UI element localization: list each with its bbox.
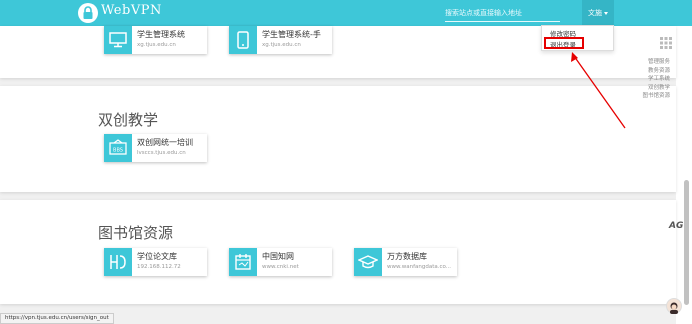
phone-icon bbox=[229, 26, 257, 54]
status-bar-url: https://vpn.tjus.edu.cn/users/sign_out bbox=[0, 313, 114, 324]
app-card-thesis-library[interactable]: 学位论文库 192.168.112.72 bbox=[104, 248, 207, 276]
side-nav: 管理服务 教务资源 学工系统 双创教学 图书馆资源 bbox=[630, 58, 670, 101]
caret-down-icon bbox=[604, 11, 608, 15]
lock-logo-icon[interactable] bbox=[78, 3, 98, 23]
assistant-avatar-icon[interactable] bbox=[666, 298, 682, 314]
app-card-innovation-training[interactable]: BBS 双创网统一培训 lvsccs.tjus.edu.cn bbox=[104, 134, 207, 162]
graduation-cap-icon bbox=[354, 248, 382, 276]
section-title: 图书馆资源 bbox=[98, 224, 174, 242]
side-nav-item-student-affairs[interactable]: 学工系统 bbox=[630, 75, 670, 84]
section-title: 双创教学 bbox=[98, 111, 159, 129]
app-name: 双创网统一培训 bbox=[137, 138, 193, 147]
app-name: 万方数据库 bbox=[387, 252, 427, 261]
app-url: xg.tjus.edu.cn bbox=[262, 42, 301, 48]
app-card-wanfang[interactable]: 万方数据库 www.wanfangdata.co... bbox=[354, 248, 457, 276]
side-nav-item-innovation[interactable]: 双创教学 bbox=[630, 84, 670, 93]
section-innovation bbox=[0, 86, 676, 192]
user-menu-button[interactable]: 文施 bbox=[582, 0, 614, 26]
search-input[interactable] bbox=[445, 6, 557, 20]
search-underline bbox=[445, 21, 560, 22]
ag-floating-badge[interactable]: AG bbox=[669, 221, 690, 235]
side-nav-item-library[interactable]: 图书馆资源 bbox=[630, 92, 670, 101]
app-url: 192.168.112.72 bbox=[137, 264, 181, 270]
app-card-student-management-mobile[interactable]: 学生管理系统-手 xg.tjus.edu.cn bbox=[229, 26, 332, 54]
app-name: 学生管理系统 bbox=[137, 30, 185, 39]
section-library bbox=[0, 200, 676, 304]
side-nav-item-academic[interactable]: 教务资源 bbox=[630, 67, 670, 76]
apps-grid-icon[interactable] bbox=[660, 34, 672, 53]
app-url: xg.tjus.edu.cn bbox=[137, 42, 176, 48]
section-gap bbox=[0, 192, 676, 200]
top-header: WebVPN 文施 bbox=[0, 0, 692, 26]
user-menu-label: 文施 bbox=[588, 9, 602, 17]
calendar-icon bbox=[229, 248, 257, 276]
logout-highlight-box bbox=[544, 37, 584, 49]
section-gap bbox=[0, 78, 676, 86]
app-card-cnki[interactable]: 中国知网 www.cnki.net bbox=[229, 248, 332, 276]
app-url: www.wanfangdata.co... bbox=[387, 264, 452, 270]
logo-text[interactable]: WebVPN bbox=[101, 3, 162, 18]
bbs-icon: BBS bbox=[104, 134, 132, 162]
thesis-icon bbox=[104, 248, 132, 276]
app-name: 中国知网 bbox=[262, 252, 294, 261]
scrollbar-thumb[interactable] bbox=[684, 180, 689, 305]
app-name: 学生管理系统-手 bbox=[262, 30, 321, 39]
app-card-student-management[interactable]: 学生管理系统 xg.tjus.edu.cn bbox=[104, 26, 207, 54]
app-url: lvsccs.tjus.edu.cn bbox=[137, 150, 186, 156]
svg-text:BBS: BBS bbox=[113, 148, 123, 154]
app-name: 学位论文库 bbox=[137, 252, 177, 261]
app-url: www.cnki.net bbox=[262, 264, 299, 270]
side-nav-item-management[interactable]: 管理服务 bbox=[630, 58, 670, 67]
monitor-icon bbox=[104, 26, 132, 54]
